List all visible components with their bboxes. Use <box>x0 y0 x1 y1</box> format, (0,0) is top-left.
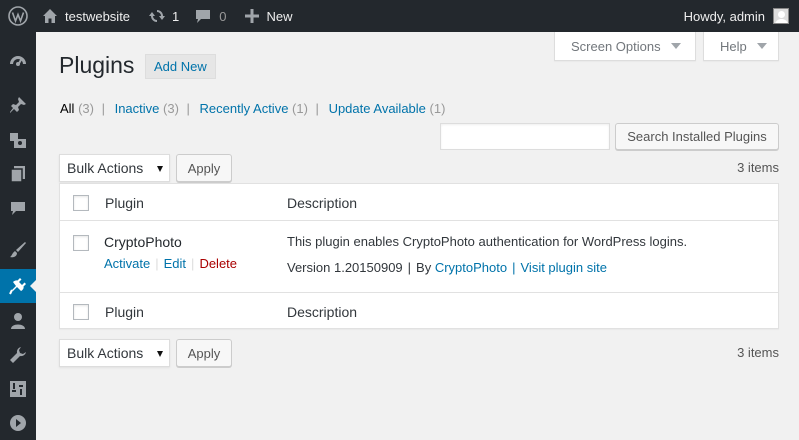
bulk-actions-select-bottom[interactable]: Bulk Actions <box>59 339 170 367</box>
filter-count: (1) <box>429 101 446 116</box>
by-label: By <box>416 260 432 275</box>
help-button[interactable]: Help <box>703 32 779 61</box>
filter-label: Recently Active <box>199 101 289 116</box>
tools-icon[interactable] <box>0 338 36 372</box>
settings-icon[interactable] <box>0 372 36 406</box>
home-icon <box>43 9 57 23</box>
activate-link[interactable]: Activate <box>104 256 150 271</box>
column-header-description: Description <box>287 195 358 211</box>
bulk-actions-select-top[interactable]: Bulk Actions <box>59 154 170 182</box>
plugin-meta: Version 1.20150909 | By CryptoPhoto | Visit … <box>287 260 607 275</box>
plugin-status-filters: All (3) | Inactive (3) | Recently Active… <box>60 101 446 116</box>
media-icon[interactable] <box>0 123 36 157</box>
updates-count: 1 <box>172 8 180 24</box>
plugins-table: Plugin Description CryptoPhoto Activate |… <box>59 183 779 329</box>
apply-button-top[interactable]: Apply <box>176 154 232 182</box>
filter-recently-active[interactable]: Recently Active (1) <box>200 101 308 116</box>
site-name: testwebsite <box>65 8 131 24</box>
search-installed-plugins-button[interactable]: Search Installed Plugins <box>615 123 779 150</box>
dropdown-arrow-icon <box>157 351 163 357</box>
admin-bar: testwebsite 1 0 New Howdy, admin <box>0 0 799 32</box>
add-new-button[interactable]: Add New <box>145 54 216 79</box>
dropdown-arrow-icon <box>157 166 163 172</box>
comments-count: 0 <box>219 8 227 24</box>
visit-plugin-site-link[interactable]: Visit plugin site <box>521 260 607 275</box>
bulk-actions-label: Bulk Actions <box>67 345 144 361</box>
table-footer-row: Plugin Description <box>60 292 778 329</box>
screen-options-label: Screen Options <box>571 38 661 54</box>
items-count-bottom: 3 items <box>737 345 779 360</box>
bulk-actions-label: Bulk Actions <box>67 160 144 176</box>
avatar <box>773 8 789 24</box>
edit-link[interactable]: Edit <box>164 256 186 271</box>
table-header-row: Plugin Description <box>60 184 778 221</box>
plugin-name: CryptoPhoto <box>104 234 182 250</box>
plugins-icon[interactable] <box>0 269 36 303</box>
author-link[interactable]: CryptoPhoto <box>435 260 507 275</box>
new-label: New <box>266 8 293 24</box>
plugin-search-input[interactable] <box>440 123 610 150</box>
column-footer-description: Description <box>287 304 358 320</box>
plus-icon <box>244 9 259 23</box>
pages-icon[interactable] <box>0 157 36 191</box>
select-all-checkbox[interactable] <box>73 195 89 211</box>
filter-label: Inactive <box>114 101 160 116</box>
plugin-version: Version 1.20150909 <box>287 260 403 275</box>
table-row: CryptoPhoto Activate | Edit | Delete This pl… <box>60 221 778 292</box>
filter-update-available[interactable]: Update Available (1) <box>329 101 446 116</box>
admin-menu <box>0 32 36 440</box>
column-footer-plugin: Plugin <box>105 304 144 320</box>
filter-label: All <box>60 101 75 116</box>
filter-all[interactable]: All (3) <box>60 101 94 116</box>
column-header-plugin: Plugin <box>105 195 144 211</box>
help-label: Help <box>720 38 747 54</box>
filter-label: Update Available <box>328 101 426 116</box>
updates-icon <box>149 10 166 22</box>
comment-bubble-icon <box>196 10 211 23</box>
screen-options-button[interactable]: Screen Options <box>554 32 696 61</box>
caret-down-icon <box>670 43 681 49</box>
plugin-checkbox[interactable] <box>73 235 89 251</box>
new-content-link[interactable]: New <box>244 0 293 32</box>
updates-link[interactable]: 1 <box>148 0 179 32</box>
row-actions: Activate | Edit | Delete <box>104 256 238 271</box>
items-count-top: 3 items <box>737 160 779 175</box>
appearance-icon[interactable] <box>0 233 36 267</box>
filter-count: (3) <box>78 101 94 116</box>
filter-count: (3) <box>163 101 179 116</box>
plugin-description: This plugin enables CryptoPhoto authenti… <box>287 234 688 249</box>
howdy-text: Howdy, admin <box>683 8 765 24</box>
comments-icon[interactable] <box>0 191 36 225</box>
select-all-checkbox-footer[interactable] <box>73 304 89 320</box>
caret-down-icon <box>756 43 767 49</box>
pushpin-icon[interactable] <box>0 88 36 122</box>
filter-count: (1) <box>292 101 308 116</box>
users-icon[interactable] <box>0 304 36 338</box>
filter-inactive[interactable]: Inactive (3) <box>115 101 179 116</box>
collapse-icon[interactable] <box>0 406 36 440</box>
comments-link[interactable]: 0 <box>195 0 227 32</box>
delete-link[interactable]: Delete <box>199 256 237 271</box>
wordpress-logo-icon[interactable] <box>0 0 36 32</box>
site-name-link[interactable]: testwebsite <box>36 0 130 32</box>
dashboard-icon[interactable] <box>0 44 36 78</box>
my-account-link[interactable]: Howdy, admin <box>684 0 789 32</box>
page-title: Plugins <box>59 52 135 78</box>
apply-button-bottom[interactable]: Apply <box>176 339 232 367</box>
